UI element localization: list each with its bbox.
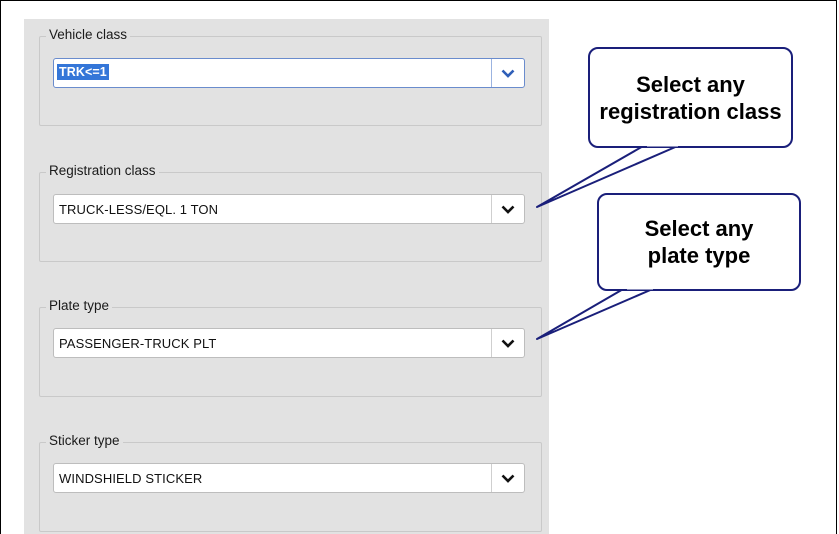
callout-pointer-seams [627,143,678,290]
